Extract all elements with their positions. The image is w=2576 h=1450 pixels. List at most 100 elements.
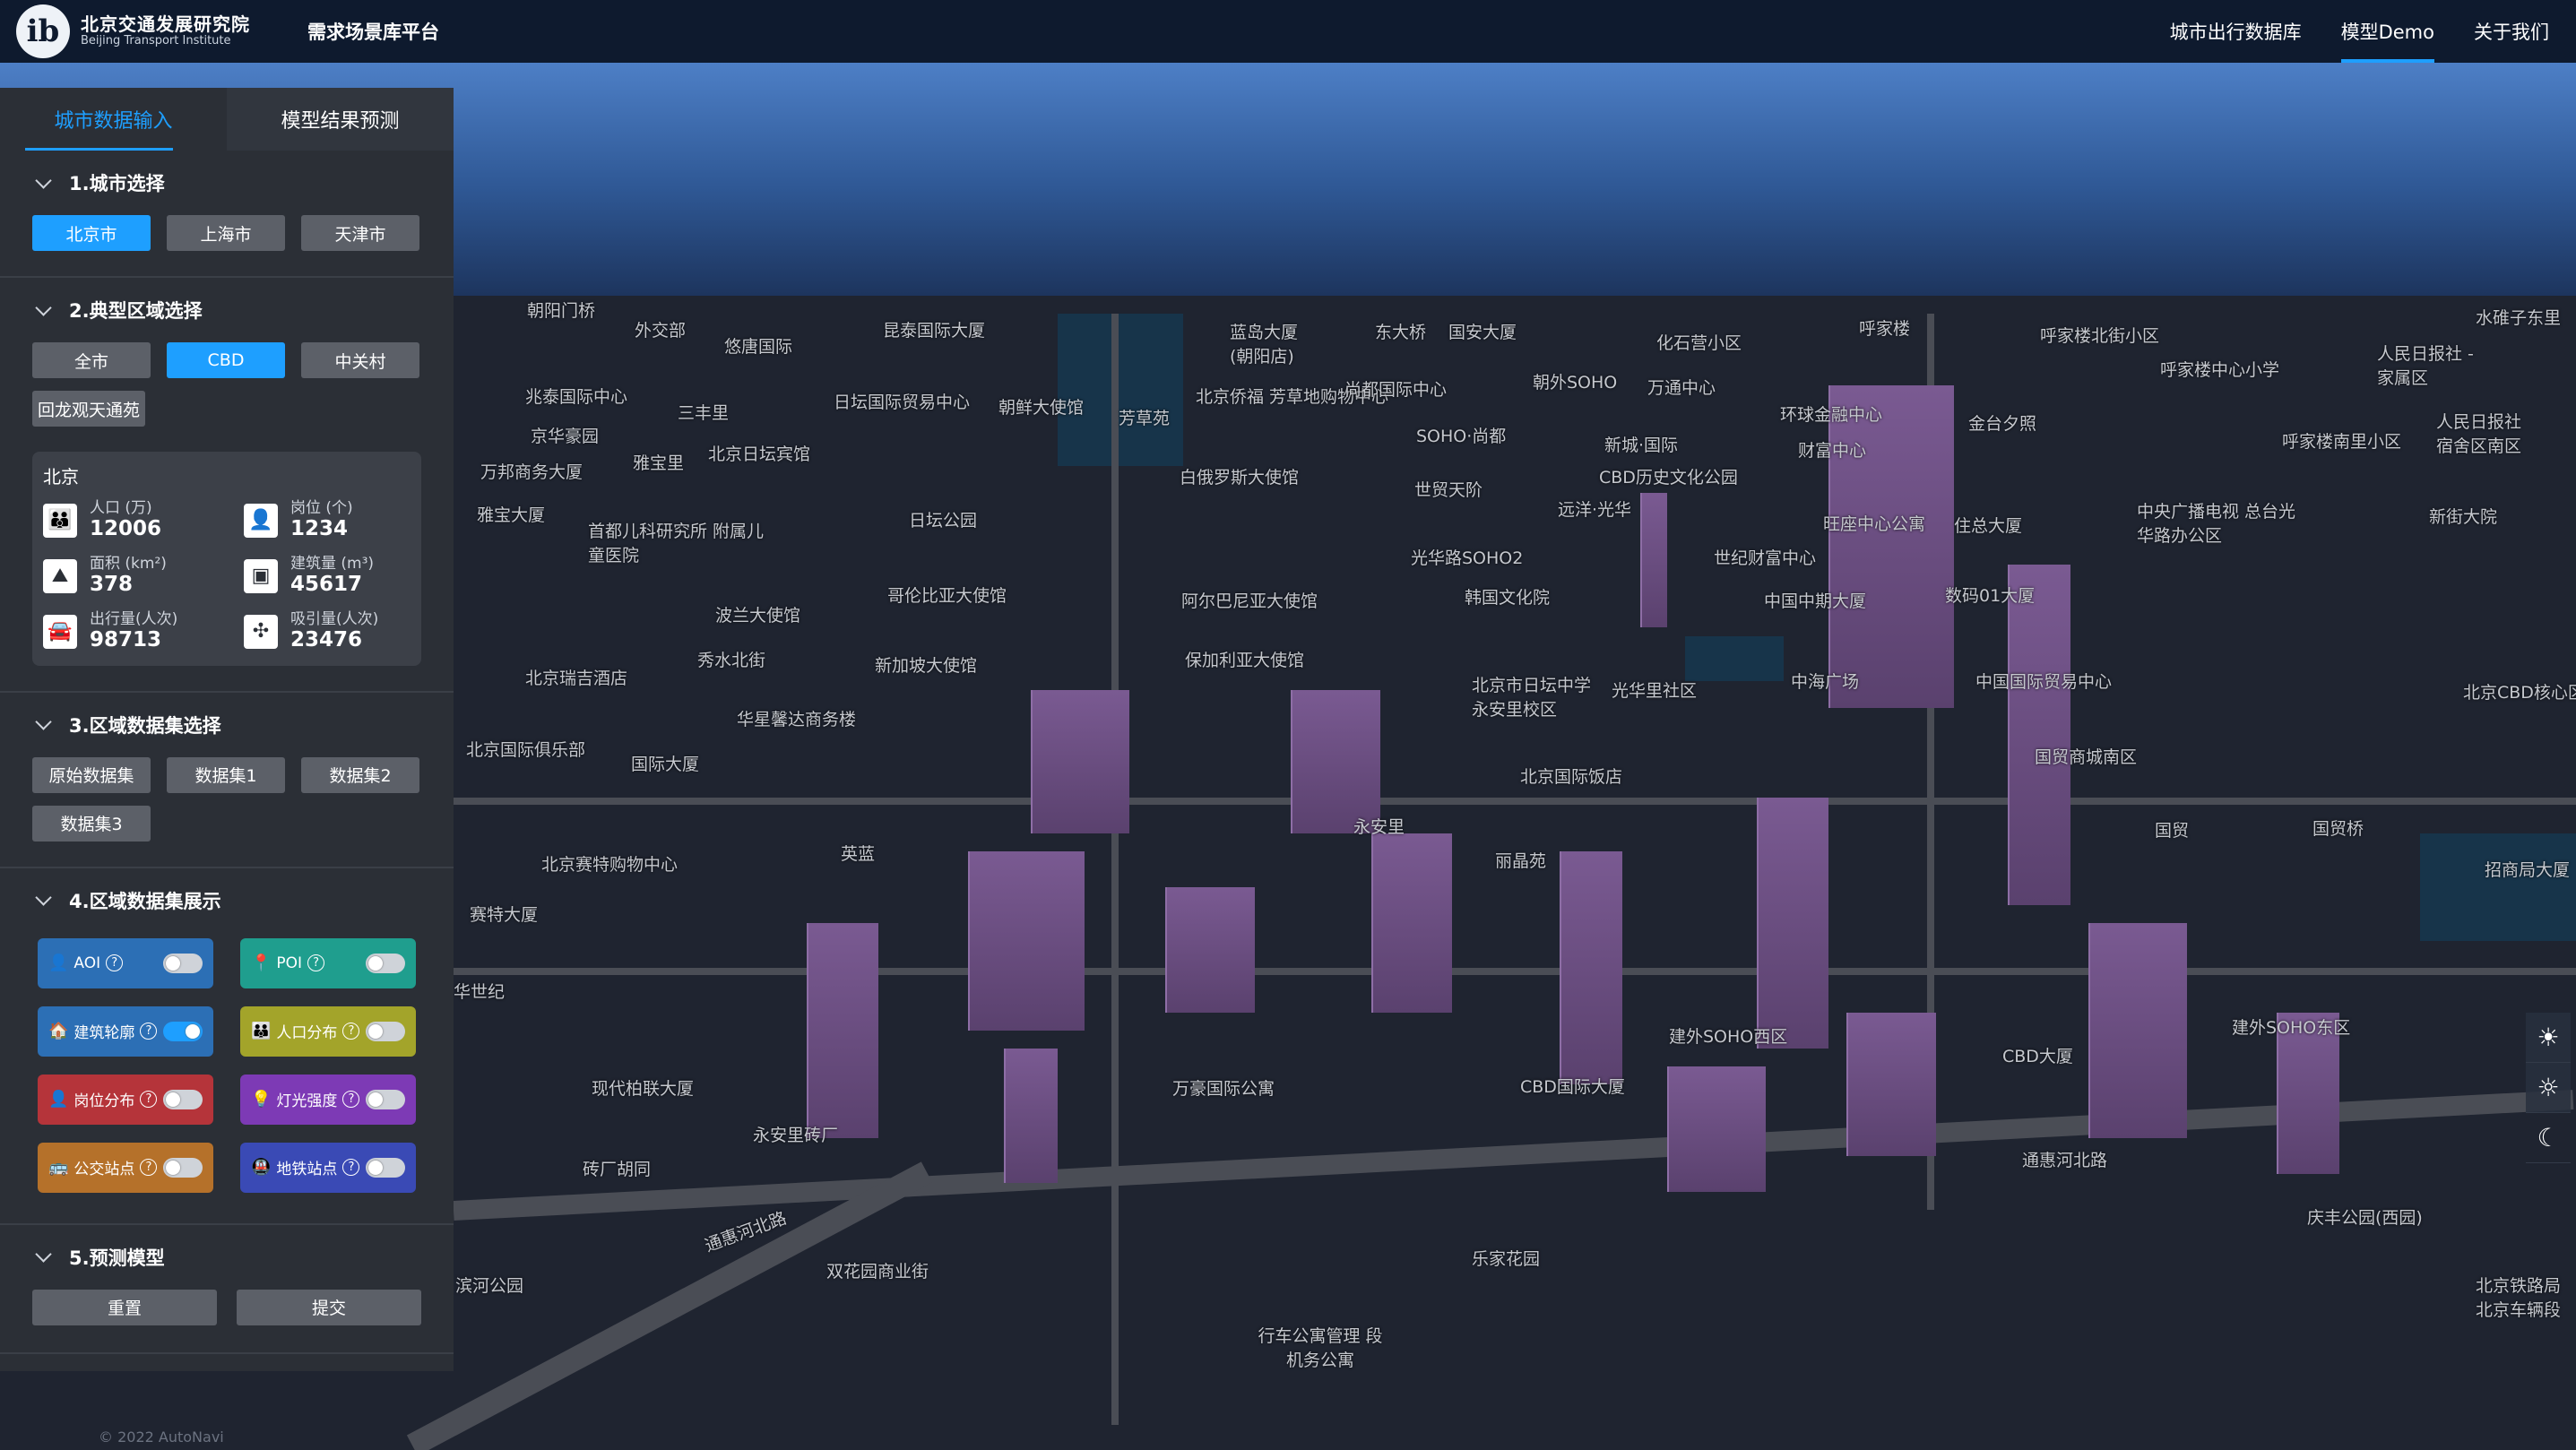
help-icon[interactable]: ? [140, 1023, 157, 1040]
map-label: 外交部 [635, 317, 686, 341]
dataset-section-header[interactable]: 3.区域数据集选择 [32, 693, 421, 757]
help-icon[interactable]: ? [106, 954, 123, 971]
region-option-huilongguan[interactable]: 回龙观天通苑 [32, 391, 145, 427]
map-label: 尚都国际中心 [1344, 376, 1447, 401]
layer-bus-stops-toggle[interactable] [163, 1158, 203, 1178]
map-label: 京华豪园 [531, 423, 599, 447]
tab-city-data-input[interactable]: 城市数据输入 [0, 88, 227, 151]
help-icon[interactable]: ? [307, 954, 324, 971]
map-label: 住总大厦 [1954, 513, 2022, 537]
map-water-area [2420, 833, 2576, 941]
help-icon[interactable]: ? [140, 1091, 157, 1108]
reset-button[interactable]: 重置 [32, 1290, 217, 1325]
map-water-area [1058, 314, 1183, 466]
sun-icon[interactable]: ☀ [2526, 1013, 2571, 1063]
map-label: 芳草苑 [1119, 405, 1170, 429]
help-icon[interactable]: ? [342, 1023, 359, 1040]
map-label: 世纪财富中心 [1714, 545, 1816, 569]
section-title: 2.典型区域选择 [69, 297, 203, 324]
dataset-option-1[interactable]: 数据集1 [167, 757, 285, 793]
city-option-tianjin[interactable]: 天津市 [301, 215, 419, 251]
panel-tabs: 城市数据输入 模型结果预测 [0, 88, 454, 151]
map-label: 北京日坛宾馆 [708, 441, 810, 465]
chevron-down-icon [35, 1247, 51, 1263]
region-option-zhongguancun[interactable]: 中关村 [301, 342, 419, 378]
layer-label: 岗位分布 [73, 1088, 134, 1110]
map-label: 兆泰国际中心 [525, 384, 627, 408]
main-nav: 城市出行数据库 模型Demo 关于我们 [2131, 0, 2549, 63]
brightness-icon[interactable]: ☼ [2526, 1063, 2571, 1113]
map-label: 北京国际饭店 [1520, 764, 1622, 788]
dataset-option-original[interactable]: 原始数据集 [32, 757, 151, 793]
model-section-header[interactable]: 5.预测模型 [32, 1225, 421, 1290]
help-icon[interactable]: ? [140, 1159, 157, 1176]
tab-model-prediction[interactable]: 模型结果预测 [227, 88, 454, 151]
population-icon: 👪 [251, 1022, 271, 1040]
map-copyright: © 2022 AutoNavi [99, 1428, 224, 1446]
layer-poi[interactable]: 📍 POI ? [240, 938, 416, 988]
nav-about-us[interactable]: 关于我们 [2474, 0, 2549, 63]
map-label: 新街大院 [2429, 504, 2497, 528]
stats-title: 北京 [43, 462, 421, 488]
section-title: 4.区域数据集展示 [69, 887, 221, 914]
layer-aoi-toggle[interactable] [163, 954, 203, 973]
layer-bus-stops[interactable]: 🚌 公交站点 ? [38, 1143, 213, 1193]
help-icon[interactable]: ? [342, 1159, 359, 1176]
city-option-beijing[interactable]: 北京市 [32, 215, 151, 251]
logo[interactable]: ib 北京交通发展研究院 Beijing Transport Institute [16, 4, 250, 58]
nav-model-demo[interactable]: 模型Demo [2341, 0, 2434, 63]
control-panel: 城市数据输入 模型结果预测 1.城市选择 北京市 上海市 天津市 2.典型区域选… [0, 88, 454, 1371]
layer-subway-stations[interactable]: 🚇 地铁站点 ? [240, 1143, 416, 1193]
map-label: 朝鲜大使馆 [998, 394, 1084, 419]
map-label: 旺座中心公寓 [1823, 511, 1925, 535]
layer-building-outline-toggle[interactable] [163, 1022, 203, 1041]
layer-building-outline[interactable]: 🏠 建筑轮廓 ? [38, 1006, 213, 1057]
display-section-header[interactable]: 4.区域数据集展示 [32, 868, 421, 933]
layer-label: 灯光强度 [276, 1088, 337, 1110]
map-label: 朝阳门桥 [527, 298, 595, 322]
region-option-cbd[interactable]: CBD [167, 342, 285, 378]
map-label: 蓝岛大厦 (朝阳店) [1230, 319, 1319, 367]
map-label: 招商局大厦 [2485, 857, 2570, 881]
stat-value: 1234 [290, 517, 353, 542]
map-label: 呼家楼北街小区 [2040, 323, 2159, 347]
city-section-header[interactable]: 1.城市选择 [32, 151, 421, 215]
layer-population[interactable]: 👪 人口分布 ? [240, 1006, 416, 1057]
bus-icon: 🚌 [48, 1158, 68, 1177]
dataset-option-3[interactable]: 数据集3 [32, 806, 151, 842]
layer-aoi[interactable]: 👤 AOI ? [38, 938, 213, 988]
map-label: 丽晶苑 [1495, 848, 1546, 872]
nav-city-travel-db[interactable]: 城市出行数据库 [2170, 0, 2302, 63]
city-option-shanghai[interactable]: 上海市 [167, 215, 285, 251]
region-option-all[interactable]: 全市 [32, 342, 151, 378]
top-bar: ib 北京交通发展研究院 Beijing Transport Institute… [0, 0, 2576, 63]
layer-jobs-toggle[interactable] [163, 1090, 203, 1109]
region-section-header[interactable]: 2.典型区域选择 [32, 278, 421, 342]
map-label: 万邦商务大厦 [480, 459, 583, 483]
help-icon[interactable]: ? [342, 1091, 359, 1108]
bulb-icon: 💡 [251, 1090, 271, 1109]
layer-jobs[interactable]: 👤 岗位分布 ? [38, 1075, 213, 1125]
map-label: 万豪国际公寓 [1172, 1075, 1275, 1100]
layer-population-toggle[interactable] [366, 1022, 405, 1041]
layer-light-intensity[interactable]: 💡 灯光强度 ? [240, 1075, 416, 1125]
submit-button[interactable]: 提交 [237, 1290, 421, 1325]
map-label: 白俄罗斯大使馆 [1180, 464, 1299, 488]
map-label: 通惠河北路 [2022, 1147, 2107, 1171]
map-label: SOHO·尚都 [1416, 423, 1506, 447]
layer-poi-toggle[interactable] [366, 954, 405, 973]
moon-icon[interactable]: ☾ [2526, 1113, 2571, 1163]
dataset-option-2[interactable]: 数据集2 [301, 757, 419, 793]
map-label: 北京市日坛中学 永安里校区 [1472, 672, 1606, 721]
layer-light-intensity-toggle[interactable] [366, 1090, 405, 1109]
stat-label: 建筑量 (m³) [290, 555, 374, 573]
map-label: 光华路SOHO2 [1411, 545, 1523, 569]
building-volume-icon: ▣ [244, 559, 278, 593]
layer-subway-stations-toggle[interactable] [366, 1158, 405, 1178]
trips-out-icon: 🚘 [43, 615, 77, 649]
map-label: 财富中心 [1798, 437, 1866, 462]
region-section: 2.典型区域选择 全市 CBD 中关村 回龙观天通苑 北京 👪 人口 (万)12… [0, 278, 454, 693]
map-label: 新加坡大使馆 [875, 652, 977, 677]
city-section: 1.城市选择 北京市 上海市 天津市 [0, 151, 454, 278]
map-label: 滨河公园 [455, 1273, 523, 1297]
